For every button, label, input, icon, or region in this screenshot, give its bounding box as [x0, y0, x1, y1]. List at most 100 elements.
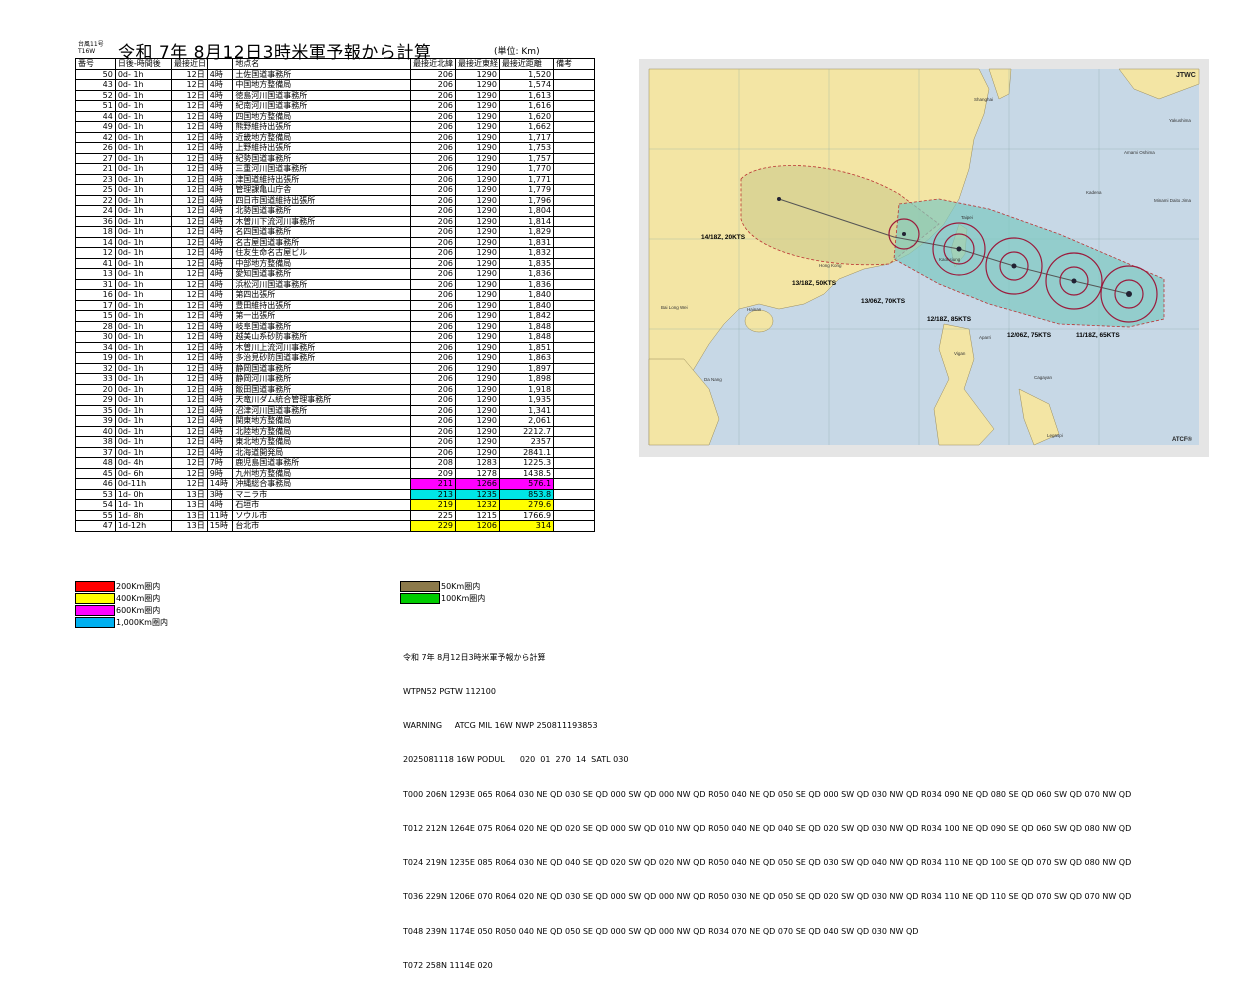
cell-lon: 1290: [455, 289, 500, 301]
cell-place: 紀南河川国道事務所: [232, 100, 412, 112]
table-row: 51 0d- 1h 12日 4時 紀南河川国道事務所 206 1290 1,616: [75, 100, 595, 112]
table-row: 25 0d- 1h 12日 4時 管理課亀山庁舎 206 1290 1,779: [75, 184, 595, 196]
col-elapsed: 日後-時間後: [114, 58, 173, 70]
cell-day: 12日: [171, 457, 208, 469]
cell-lon: 1290: [455, 184, 500, 196]
cell-distance: 853.8: [498, 488, 555, 500]
cell-place: 岐阜国道事務所: [232, 320, 412, 332]
cell-distance: 1,341: [498, 404, 555, 416]
cell-place: 東北地方整備局: [232, 436, 412, 448]
map-graphic: 14/18Z, 20KTS 13/18Z, 50KTS 13/06Z, 70KT…: [648, 68, 1200, 446]
col-number: 番号: [75, 58, 116, 70]
cell-hour: 4時: [206, 173, 234, 185]
cell-lon: 1290: [455, 205, 500, 217]
cell-lon: 1290: [455, 331, 500, 343]
cell-lat: 206: [410, 383, 457, 395]
cell-lat: 206: [410, 110, 457, 122]
cell-lat: 206: [410, 341, 457, 353]
cell-elapsed: 0d- 1h: [114, 436, 173, 448]
cell-distance: 576.1: [498, 478, 555, 490]
table-row: 55 1d- 8h 13日 11時 ソウル市 225 1215 1766.9: [75, 509, 595, 521]
cell-elapsed: 0d- 1h: [114, 362, 173, 374]
cell-place: 中国地方整備局: [232, 79, 412, 91]
bulletin-line: 令和 7年 8月12日3時米軍予報から計算: [403, 652, 546, 662]
cell-elapsed: 0d- 1h: [114, 320, 173, 332]
cell-day: 12日: [171, 142, 208, 154]
table-row: 54 1d- 1h 13日 4時 石垣市 219 1232 279.6: [75, 499, 595, 511]
col-closest-day: 最接近日: [171, 58, 208, 70]
cell-number: 53: [75, 488, 116, 500]
cell-hour: 4時: [206, 247, 234, 259]
place-label: Hainan: [747, 307, 762, 312]
cell-lon: 1290: [455, 436, 500, 448]
cell-lon: 1290: [455, 194, 500, 206]
legend-label: 600Km圏内: [116, 605, 161, 615]
cell-place: 関東地方整備局: [232, 415, 412, 427]
cell-hour: 4時: [206, 205, 234, 217]
cell-remarks: [553, 509, 595, 521]
cell-lon: 1290: [455, 100, 500, 112]
cell-day: 12日: [171, 257, 208, 269]
table-row: 30 0d- 1h 12日 4時 越美山系砂防事務所 206 1290 1,848: [75, 331, 595, 343]
cell-distance: 1,613: [498, 89, 555, 101]
cell-day: 12日: [171, 163, 208, 175]
cell-elapsed: 0d- 1h: [114, 100, 173, 112]
cell-number: 19: [75, 352, 116, 364]
cell-lat: 206: [410, 173, 457, 185]
cell-day: 12日: [171, 310, 208, 322]
cell-hour: 4時: [206, 299, 234, 311]
table-row: 17 0d- 1h 12日 4時 豊田維持出張所 206 1290 1,840: [75, 299, 595, 311]
cell-place: 静岡河川事務所: [232, 373, 412, 385]
cell-number: 54: [75, 499, 116, 511]
cell-remarks: [553, 436, 595, 448]
cell-remarks: [553, 152, 595, 164]
cell-lat: 206: [410, 352, 457, 364]
cell-day: 12日: [171, 383, 208, 395]
col-lat: 最接近北緯: [410, 58, 457, 70]
cell-place: 三重河川国道事務所: [232, 163, 412, 175]
place-label: Vigan: [954, 351, 966, 356]
cell-lat: 206: [410, 257, 457, 269]
cell-distance: 1,753: [498, 142, 555, 154]
table-row: 33 0d- 1h 12日 4時 静岡河川事務所 206 1290 1,898: [75, 373, 595, 385]
cell-lat: 206: [410, 205, 457, 217]
cell-lon: 1290: [455, 247, 500, 259]
cell-elapsed: 1d- 8h: [114, 509, 173, 521]
cell-number: 12: [75, 247, 116, 259]
cell-remarks: [553, 268, 595, 280]
cell-day: 12日: [171, 289, 208, 301]
table-row: 27 0d- 1h 12日 4時 紀勢国道事務所 206 1290 1,757: [75, 152, 595, 164]
cell-elapsed: 0d- 1h: [114, 121, 173, 133]
cell-number: 16: [75, 289, 116, 301]
table-row: 37 0d- 1h 12日 4時 北海道開発局 206 1290 2841.1: [75, 446, 595, 458]
place-label: Hong Kong: [819, 263, 842, 268]
cell-day: 12日: [171, 320, 208, 332]
cell-lon: 1290: [455, 79, 500, 91]
cell-number: 21: [75, 163, 116, 175]
cell-day: 12日: [171, 446, 208, 458]
cell-number: 37: [75, 446, 116, 458]
cell-lon: 1232: [455, 499, 500, 511]
cell-remarks: [553, 247, 595, 259]
cell-number: 42: [75, 131, 116, 143]
cell-day: 12日: [171, 215, 208, 227]
table-row: 44 0d- 1h 12日 4時 四国地方整備局 206 1290 1,620: [75, 110, 595, 122]
cell-elapsed: 0d- 1h: [114, 383, 173, 395]
table-row: 21 0d- 1h 12日 4時 三重河川国道事務所 206 1290 1,770: [75, 163, 595, 175]
cell-lon: 1290: [455, 89, 500, 101]
cell-hour: 4時: [206, 152, 234, 164]
cell-remarks: [553, 446, 595, 458]
bulletin-line: T012 212N 1264E 075 R064 020 NE QD 020 S…: [403, 823, 1132, 833]
cell-elapsed: 0d- 6h: [114, 467, 173, 479]
place-label: Amami Oshima: [1124, 150, 1155, 155]
cell-place: 木曽川下流河川事務所: [232, 215, 412, 227]
cell-lat: 206: [410, 373, 457, 385]
cell-day: 12日: [171, 415, 208, 427]
cell-day: 12日: [171, 331, 208, 343]
cell-remarks: [553, 383, 595, 395]
cell-lon: 1290: [455, 425, 500, 437]
table-row: 46 0d-11h 12日 14時 沖縄総合事務局 211 1266 576.1: [75, 478, 595, 490]
cell-place: 浜松河川国道事務所: [232, 278, 412, 290]
cell-place: 天竜川ダム統合管理事務所: [232, 394, 412, 406]
cell-place: 九州地方整備局: [232, 467, 412, 479]
